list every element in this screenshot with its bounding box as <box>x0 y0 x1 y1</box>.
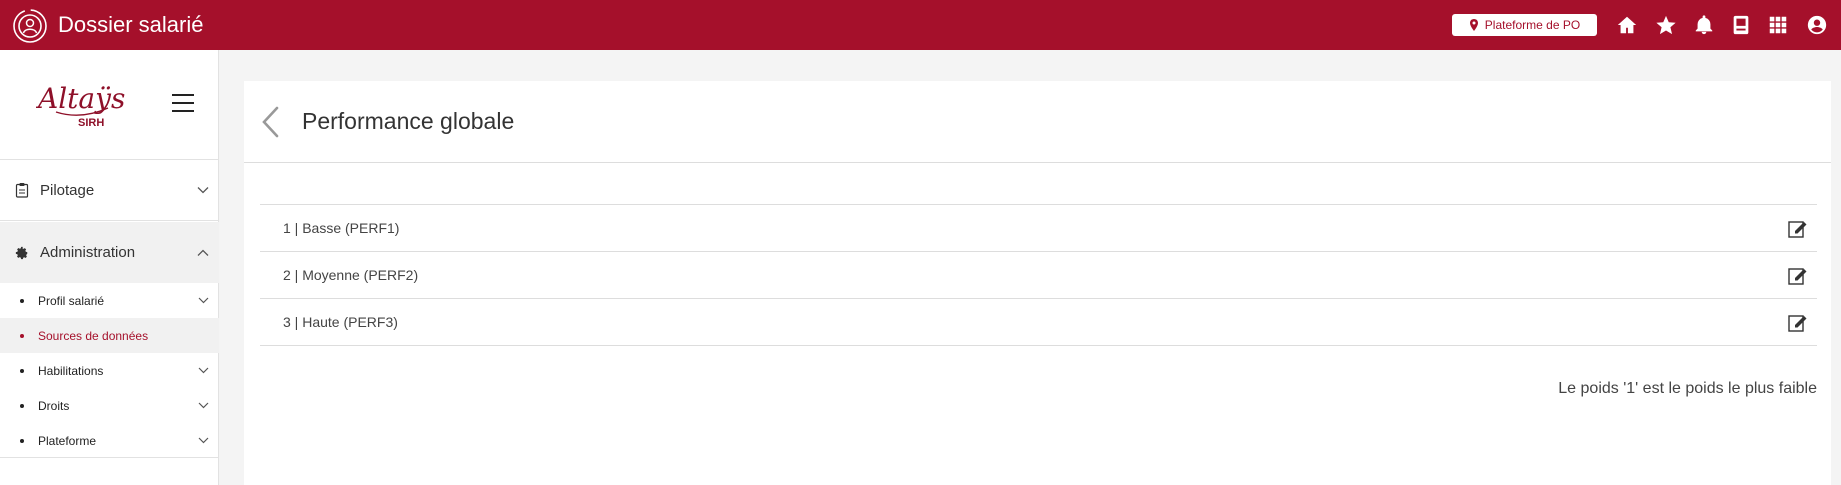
chevron-down-icon <box>197 187 209 194</box>
sidebar-section-administration[interactable]: Administration <box>0 222 219 283</box>
sidebar-item-label: Droits <box>38 398 70 413</box>
logo-area: Altaÿs SIRH <box>0 50 219 160</box>
sidebar-item-label: Profil salarié <box>38 293 105 308</box>
home-icon[interactable] <box>1615 13 1639 37</box>
book-icon[interactable] <box>1729 13 1753 37</box>
bullet <box>20 368 24 373</box>
clipboard-icon <box>15 183 29 198</box>
star-icon[interactable] <box>1654 13 1678 37</box>
list-item-label: 3 | Haute (PERF3) <box>283 314 398 330</box>
sidebar-item-label: Plateforme <box>38 433 97 448</box>
bell-icon[interactable] <box>1692 13 1716 37</box>
sidebar-section-label: Administration <box>40 244 136 261</box>
edit-icon[interactable] <box>1787 312 1809 334</box>
divider <box>0 457 219 458</box>
list-item-label: 2 | Moyenne (PERF2) <box>283 267 419 283</box>
bullet <box>20 403 24 408</box>
list-item: 3 | Haute (PERF3) <box>260 299 1817 346</box>
platform-selector[interactable]: Plateforme de PO <box>1452 14 1597 36</box>
chevron-down-icon <box>198 437 209 444</box>
edit-icon[interactable] <box>1787 265 1809 287</box>
edit-icon[interactable] <box>1787 218 1809 240</box>
sidebar-item-sources-de-donnees[interactable]: Sources de données <box>0 318 219 353</box>
map-pin-icon <box>1469 19 1478 31</box>
account-icon[interactable] <box>1805 13 1829 37</box>
bullet <box>20 438 24 443</box>
platform-label: Plateforme de PO <box>1484 18 1581 32</box>
page-title: Performance globale <box>302 108 515 134</box>
sidebar-item-plateforme[interactable]: Plateforme <box>0 423 219 458</box>
list-item: 2 | Moyenne (PERF2) <box>260 252 1817 299</box>
sidebar-item-label: Habilitations <box>38 363 104 378</box>
top-bar: Dossier salarié Plateforme de PO <box>0 0 1841 50</box>
list-item-label: 1 | Basse (PERF1) <box>283 220 400 236</box>
weight-note: Le poids '1' est le poids le plus faible <box>1558 380 1817 397</box>
main-card: Performance globale 1 | Basse (PERF1) 2 … <box>244 81 1831 485</box>
card-header: Performance globale <box>244 81 1831 163</box>
sidebar-item-droits[interactable]: Droits <box>0 388 219 423</box>
app-title: Dossier salarié <box>58 12 204 37</box>
svg-text:Altaÿs: Altaÿs <box>36 82 125 115</box>
bullet <box>20 298 24 303</box>
sidebar-item-profil-salarie[interactable]: Profil salarié <box>0 283 219 318</box>
chevron-down-icon <box>198 402 209 409</box>
svg-text:SIRH: SIRH <box>78 117 104 129</box>
gear-icon <box>15 246 28 259</box>
performance-list: 1 | Basse (PERF1) 2 | Moyenne (PERF2) 3 … <box>260 204 1817 346</box>
chevron-left-icon[interactable] <box>260 105 282 139</box>
sidebar-item-habilitations[interactable]: Habilitations <box>0 353 219 388</box>
sidebar-item-label: Sources de données <box>38 328 149 343</box>
sidebar-section-label: Pilotage <box>40 181 95 199</box>
sidebar-section-pilotage[interactable]: Pilotage <box>0 160 219 221</box>
chevron-down-icon <box>198 297 209 304</box>
list-item: 1 | Basse (PERF1) <box>260 205 1817 252</box>
sidebar: Altaÿs SIRH Pilotage Administration Prof… <box>0 50 219 485</box>
chevron-up-icon <box>197 249 209 256</box>
menu-toggle-button[interactable] <box>172 94 194 112</box>
altays-logo[interactable]: Altaÿs SIRH <box>36 78 126 130</box>
bullet <box>20 333 24 338</box>
apps-grid-icon[interactable] <box>1766 13 1790 37</box>
user-circle-icon[interactable] <box>12 8 48 44</box>
chevron-down-icon <box>198 367 209 374</box>
